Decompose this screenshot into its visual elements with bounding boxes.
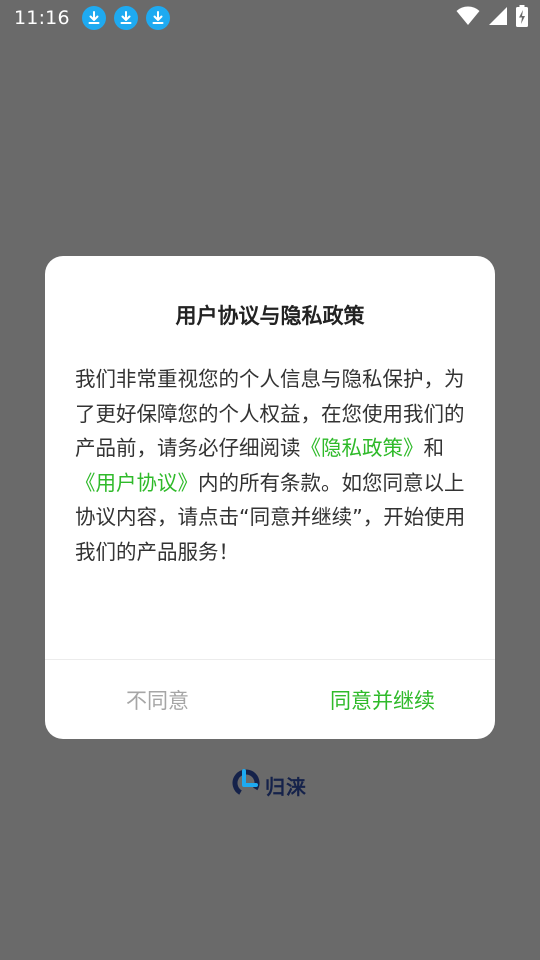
status-right: [456, 5, 528, 31]
app-logo: 归涞: [231, 768, 307, 802]
status-bar: 11:16: [0, 0, 540, 36]
download-icon: [81, 6, 106, 30]
dialog-body: 我们非常重视您的个人信息与隐私保护，为了更好保障您的个人权益，在您使用我们的产品…: [75, 362, 467, 569]
battery-charging-icon: [516, 5, 528, 31]
user-agreement-link[interactable]: 《用户协议》: [75, 471, 198, 495]
logo-text: 归涞: [265, 774, 307, 799]
logo-mark-icon: [231, 768, 261, 802]
privacy-policy-link[interactable]: 《隐私政策》: [301, 436, 424, 460]
download-icon: [113, 6, 138, 30]
wifi-icon: [456, 6, 480, 30]
status-left: 11:16: [14, 6, 170, 30]
agree-continue-button[interactable]: 同意并继续: [270, 660, 495, 739]
status-time: 11:16: [14, 7, 70, 29]
dialog-title: 用户协议与隐私政策: [175, 304, 365, 328]
body-text-and: 和: [423, 436, 445, 460]
disagree-button[interactable]: 不同意: [45, 660, 270, 739]
privacy-dialog: 用户协议与隐私政策 我们非常重视您的个人信息与隐私保护，为了更好保障您的个人权益…: [45, 256, 495, 739]
download-icon: [145, 6, 170, 30]
signal-icon: [488, 6, 508, 30]
